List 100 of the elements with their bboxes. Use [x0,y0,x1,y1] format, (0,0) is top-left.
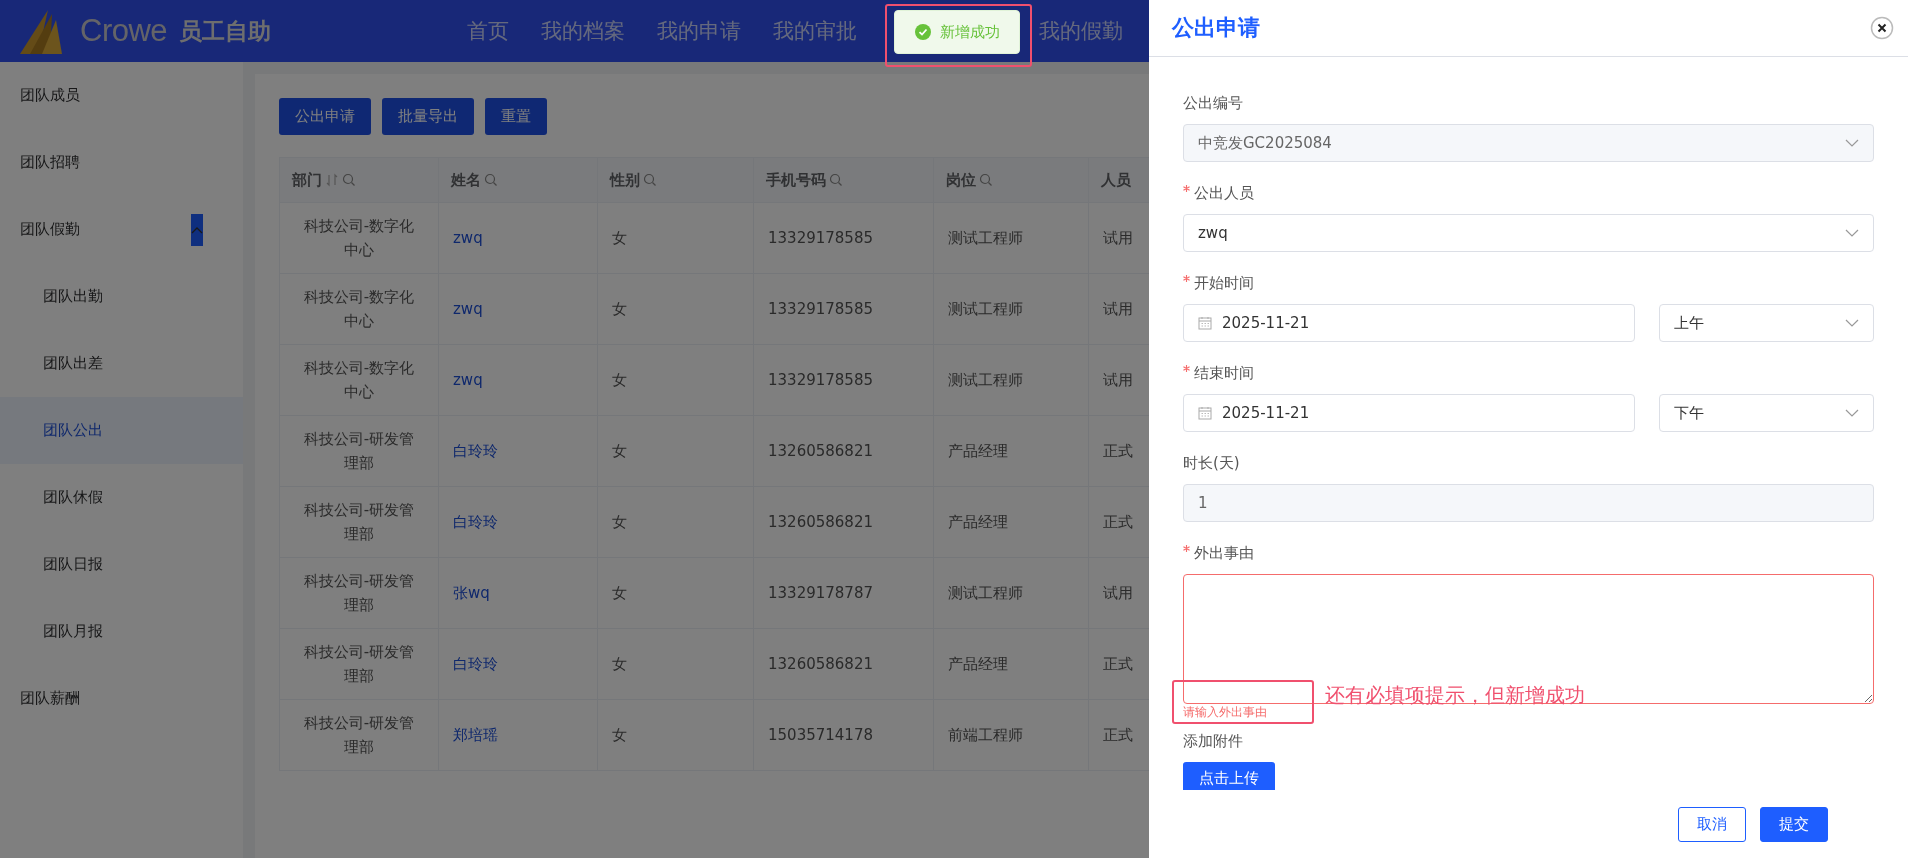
table-cell: 试用 [1103,228,1133,247]
drawer-title: 公出申请 [1172,14,1260,42]
table-cell: 测试工程师 [948,583,1023,602]
table-cell: 女 [612,299,627,318]
table-cell: 正式 [1103,654,1133,673]
table-cell: 测试工程师 [948,228,1023,247]
toast-message: 新增成功 [894,10,1020,54]
footer-button[interactable]: 取消 [1678,806,1746,842]
name-link[interactable]: 白玲玲 [453,512,498,531]
table-cell-text: 科技公司-研发管理部 [302,500,416,545]
sidebar-item[interactable]: 团队月报 [0,598,243,665]
search-icon[interactable] [342,173,356,187]
date-field[interactable]: 2025-11-21 [1183,394,1635,432]
footer-button[interactable]: 提交 [1760,806,1828,842]
table-cell: 正式 [1103,512,1133,531]
table-cell-text: 科技公司-数字化中心 [302,358,416,403]
sidebar-item[interactable]: 团队假勤 [0,196,243,263]
date-field[interactable]: 2025-11-21 [1183,304,1635,342]
table-cell-text: 科技公司-研发管理部 [302,429,416,474]
select-field[interactable]: zwq [1183,214,1874,252]
table-cell: 15035714178 [768,726,873,744]
column-header[interactable]: 姓名 [438,157,598,203]
table-cell-text: 科技公司-数字化中心 [302,287,416,332]
search-icon[interactable] [829,173,843,187]
search-icon[interactable] [643,173,657,187]
search-icon[interactable] [979,173,993,187]
column-header[interactable]: 人员 [1088,157,1151,203]
table-cell: 产品经理 [948,441,1008,460]
table-cell: 13329178787 [768,584,873,602]
table-cell: 前端工程师 [948,725,1023,744]
upload-button[interactable]: 点击上传 [1183,762,1275,790]
field-label: 时长(天) [1183,453,1240,473]
table-cell: 正式 [1103,441,1133,460]
name-link[interactable]: 白玲玲 [453,654,498,673]
sidebar-item[interactable]: 团队出差 [0,330,243,397]
table-cell-text: 科技公司-数字化中心 [302,216,416,261]
close-icon[interactable] [1870,16,1894,40]
column-header[interactable]: 部门 [279,157,439,203]
table-cell: 试用 [1103,583,1133,602]
field-label: 公出编号 [1183,93,1243,113]
table-cell: 女 [612,583,627,602]
toolbar-button[interactable]: 批量导出 [382,98,474,135]
sort-icon[interactable] [325,173,339,187]
name-link[interactable]: zwq [453,300,483,318]
table-cell: 13329178585 [768,300,873,318]
chevron-down-icon [1845,409,1859,417]
sidebar-item[interactable]: 团队公出 [0,397,243,464]
table-cell: 试用 [1103,370,1133,389]
name-link[interactable]: 郑培瑶 [453,725,498,744]
sidebar-item[interactable]: 团队日报 [0,531,243,598]
table-cell: 测试工程师 [948,299,1023,318]
table-cell-text: 科技公司-研发管理部 [302,571,416,616]
table-cell: 测试工程师 [948,370,1023,389]
column-header[interactable]: 岗位 [933,157,1089,203]
sidebar-item[interactable]: 团队出勤 [0,263,243,330]
select-field[interactable]: 上午 [1659,304,1874,342]
name-link[interactable]: 白玲玲 [453,441,498,460]
sidebar-item[interactable]: 团队薪酬 [0,665,243,732]
error-message: 请输入外出事由 [1183,704,1267,721]
textarea-field[interactable] [1183,574,1874,704]
nav-link[interactable]: 首页 [467,17,510,45]
table-cell: 女 [612,725,627,744]
field-label: 外出事由 [1194,543,1254,563]
nav-link[interactable]: 我的申请 [657,17,742,45]
table-cell: 13260586821 [768,513,873,531]
toolbar-button[interactable]: 重置 [485,98,547,135]
field-label: 结束时间 [1194,363,1254,383]
table-cell: 女 [612,512,627,531]
nav-link[interactable]: 我的审批 [773,17,858,45]
column-header[interactable]: 性别 [597,157,754,203]
table-cell: 正式 [1103,725,1133,744]
field-label: 添加附件 [1183,731,1243,751]
nav-link[interactable]: 我的假勤 [1039,17,1124,45]
table-cell: 13260586821 [768,655,873,673]
toolbar-button[interactable]: 公出申请 [279,98,371,135]
chevron-down-icon [1845,319,1859,327]
chevron-down-icon [1845,229,1859,237]
table-cell: 13260586821 [768,442,873,460]
brand-name: Crowe [80,13,168,49]
table-cell: 产品经理 [948,654,1008,673]
sidebar-item[interactable]: 团队招聘 [0,129,243,196]
table-cell: 女 [612,370,627,389]
name-link[interactable]: 张wq [453,583,490,602]
name-link[interactable]: zwq [453,229,483,247]
name-link[interactable]: zwq [453,371,483,389]
search-icon[interactable] [484,173,498,187]
table-cell: 13329178585 [768,229,873,247]
select-field[interactable]: 下午 [1659,394,1874,432]
nav-link[interactable]: 我的档案 [541,17,626,45]
table-cell: 产品经理 [948,512,1008,531]
table-cell-text: 科技公司-研发管理部 [302,713,416,758]
table-cell: 女 [612,654,627,673]
calendar-icon [1198,406,1212,420]
chevron-down-icon [1845,139,1859,147]
sidebar-item[interactable]: 团队休假 [0,464,243,531]
table-cell-text: 科技公司-研发管理部 [302,642,416,687]
annotation-note: 还有必填项提示，但新增成功 [1325,682,1585,709]
column-header[interactable]: 手机号码 [753,157,934,203]
calendar-icon [1198,316,1212,330]
sidebar-item[interactable]: 团队成员 [0,62,243,129]
